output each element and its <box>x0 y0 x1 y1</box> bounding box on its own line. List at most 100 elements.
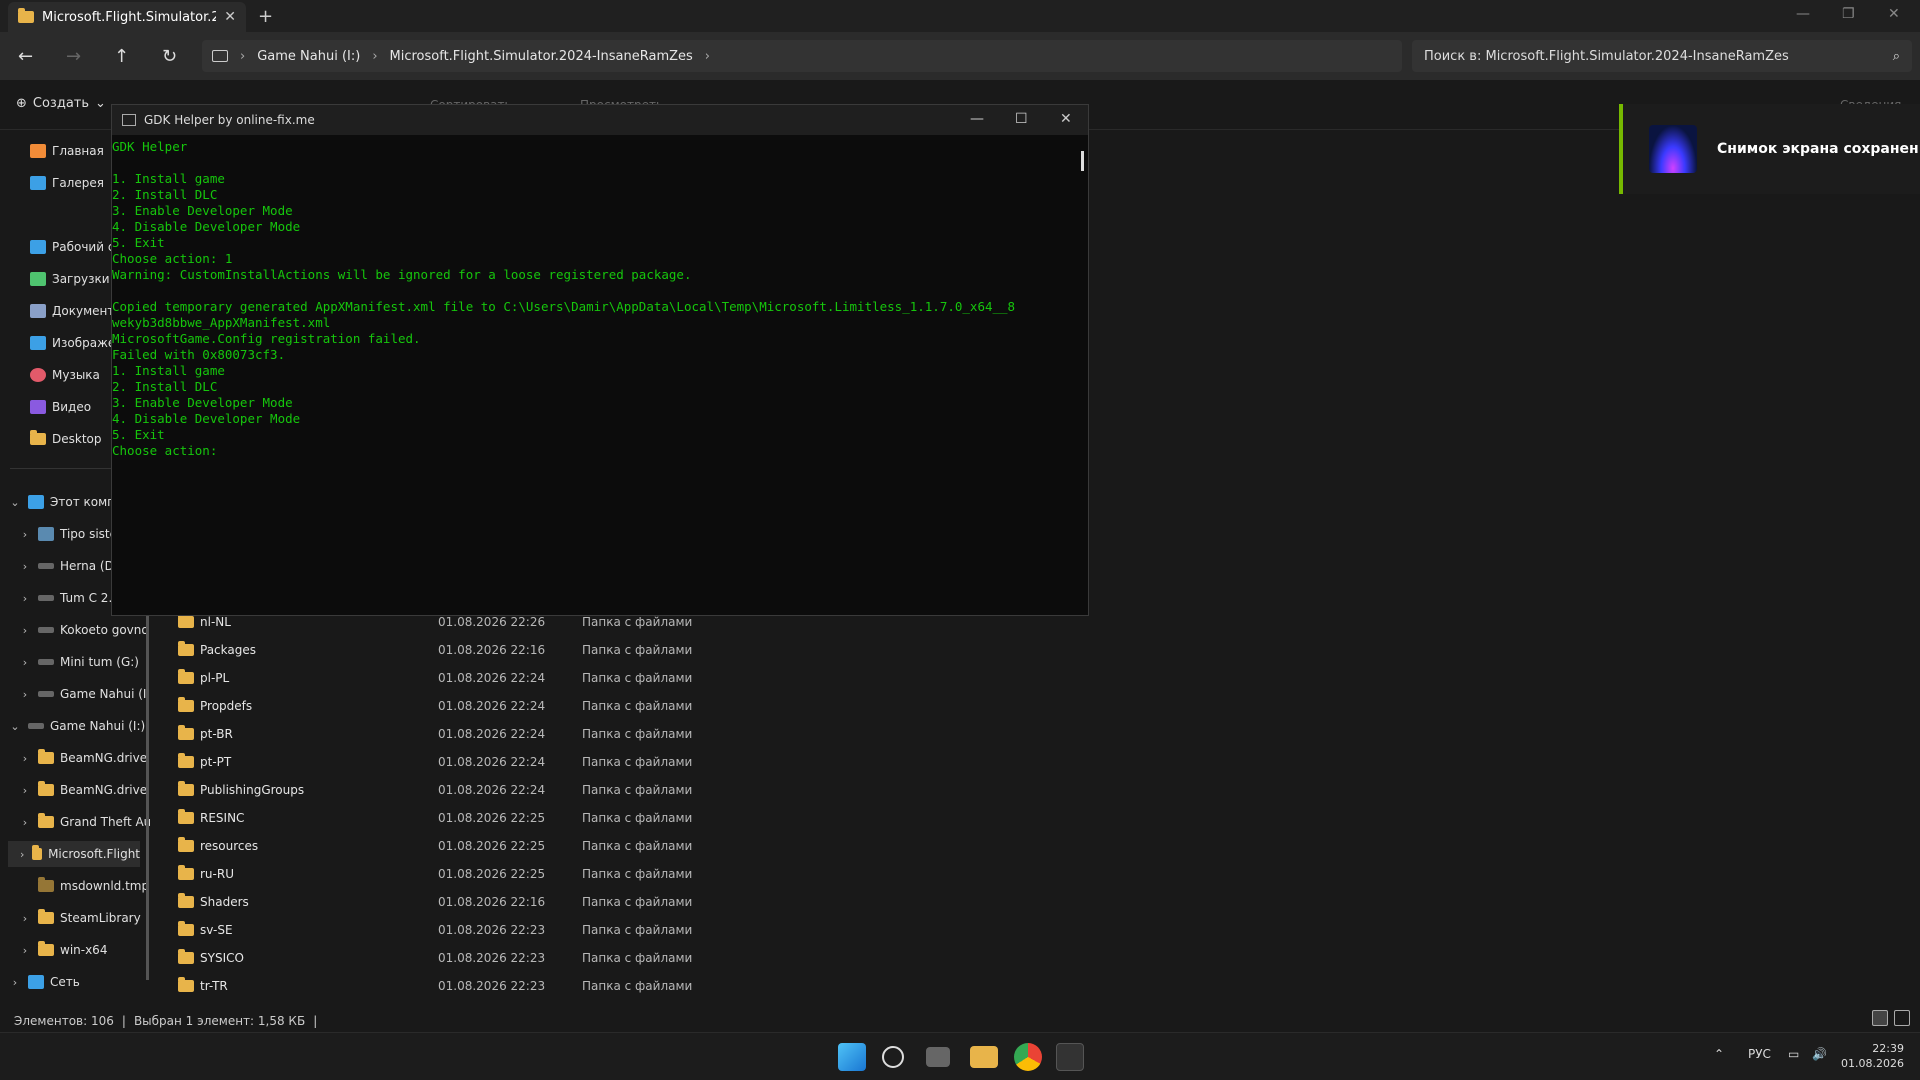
tree-item-folder[interactable]: msdownld.tmp <box>38 873 149 899</box>
console-maximize-button[interactable]: ☐ <box>1015 111 1028 127</box>
clock[interactable]: 22:39 01.08.2026 <box>1841 1041 1904 1071</box>
chevron-right-icon[interactable]: › <box>18 784 32 797</box>
network-icon <box>28 975 44 989</box>
chevron-right-icon[interactable]: › <box>18 688 32 701</box>
volume-icon[interactable]: 🔊 <box>1812 1047 1827 1061</box>
sidebar-scrollbar[interactable] <box>146 560 149 980</box>
console-line: GDK Helper <box>112 139 188 154</box>
list-item[interactable]: pt-PT 01.08.2026 22:24 Папка с файлами <box>168 748 1268 776</box>
list-item[interactable]: tr-TR 01.08.2026 22:23 Папка с файлами <box>168 972 1268 1000</box>
chevron-right-icon[interactable]: › <box>18 848 26 861</box>
new-tab-button[interactable]: + <box>258 6 273 27</box>
list-item[interactable]: RESINC 01.08.2026 22:25 Папка с файлами <box>168 804 1268 832</box>
file-name: Propdefs <box>200 699 253 713</box>
maximize-button[interactable]: ❐ <box>1842 6 1855 22</box>
chevron-down-icon[interactable]: ⌄ <box>8 720 22 733</box>
console-close-button[interactable]: ✕ <box>1060 111 1072 127</box>
list-item[interactable]: Shaders 01.08.2026 22:16 Папка с файлами <box>168 888 1268 916</box>
minimize-button[interactable]: — <box>1796 6 1810 22</box>
sidebar-item-gallery[interactable]: Галерея <box>30 170 104 196</box>
console-title-bar[interactable]: GDK Helper by online-fix.me <box>112 105 1088 135</box>
sidebar-item-desktop-folder[interactable]: Desktop <box>30 426 102 452</box>
task-view-icon[interactable] <box>926 1047 950 1067</box>
tree-item-folder[interactable]: › BeamNG.drive <box>18 745 147 771</box>
file-type: Папка с файлами <box>582 979 693 993</box>
chevron-right-icon[interactable]: › <box>18 912 32 925</box>
details-view-icon[interactable] <box>1872 1010 1888 1026</box>
console-window[interactable]: GDK Helper by online-fix.me — ☐ ✕ GDK He… <box>111 104 1089 616</box>
file-type: Папка с файлами <box>582 615 693 629</box>
list-item[interactable]: Packages 01.08.2026 22:16 Папка с файлами <box>168 636 1268 664</box>
chevron-right-icon[interactable]: › <box>18 656 32 669</box>
search-icon[interactable] <box>882 1046 904 1068</box>
console-minimize-button[interactable]: — <box>970 111 984 127</box>
list-item[interactable]: pl-PL 01.08.2026 22:24 Папка с файлами <box>168 664 1268 692</box>
list-item[interactable]: Propdefs 01.08.2026 22:24 Папка с файлами <box>168 692 1268 720</box>
console-line: 5. Exit <box>112 235 165 250</box>
tree-item-drive[interactable]: › Tum C 2. <box>18 585 112 611</box>
list-item[interactable]: ru-RU 01.08.2026 22:25 Папка с файлами <box>168 860 1268 888</box>
folder-icon <box>38 941 54 956</box>
tree-item-folder[interactable]: › SteamLibrary <box>18 905 141 931</box>
sidebar-item-documents[interactable]: Документы <box>30 298 124 324</box>
forward-button[interactable]: → <box>66 46 81 67</box>
chevron-up-icon[interactable]: ⌃ <box>1714 1047 1724 1061</box>
tree-item-folder[interactable]: › win-x64 <box>18 937 107 963</box>
sidebar-item-home[interactable]: Главная <box>30 138 104 164</box>
list-item[interactable]: resources 01.08.2026 22:25 Папка с файлами <box>168 832 1268 860</box>
close-window-button[interactable]: ✕ <box>1888 6 1900 22</box>
back-button[interactable]: ← <box>18 46 33 67</box>
tab-close-button[interactable]: ✕ <box>224 9 236 25</box>
tree-item-drive[interactable]: › Herna (D:) <box>18 553 123 579</box>
chevron-right-icon[interactable]: › <box>18 560 32 573</box>
breadcrumb-drive[interactable]: Game Nahui (I:) <box>257 49 360 64</box>
start-icon[interactable] <box>838 1043 866 1071</box>
tree-item-drive[interactable]: › Mini tum (G:) <box>18 649 139 675</box>
breadcrumb-folder[interactable]: Microsoft.Flight.Simulator.2024-InsaneRa… <box>390 49 693 64</box>
up-button[interactable]: ↑ <box>114 46 129 67</box>
folder-icon <box>178 921 194 936</box>
sidebar-item-label: Музыка <box>52 368 100 382</box>
chevron-right-icon[interactable]: › <box>8 976 22 989</box>
chevron-right-icon[interactable]: › <box>18 944 32 957</box>
console-scrollbar[interactable] <box>1081 151 1084 171</box>
list-item[interactable]: sv-SE 01.08.2026 22:23 Папка с файлами <box>168 916 1268 944</box>
chevron-right-icon[interactable]: › <box>18 592 32 605</box>
drive-icon <box>38 627 54 633</box>
tree-item-folder[interactable]: › BeamNG.drive <box>18 777 147 803</box>
sidebar-item-downloads[interactable]: Загрузки <box>30 266 110 292</box>
tree-item-network[interactable]: › Сеть <box>8 969 80 995</box>
chevron-right-icon[interactable]: › <box>18 528 32 541</box>
tab-explorer[interactable]: Microsoft.Flight.Simulator.202 ✕ <box>8 2 246 32</box>
console-icon <box>122 114 136 126</box>
sidebar-item-music[interactable]: Музыка <box>30 362 100 388</box>
file-explorer-icon[interactable] <box>970 1046 998 1068</box>
refresh-button[interactable]: ↻ <box>162 46 177 67</box>
tiles-view-icon[interactable] <box>1894 1010 1910 1026</box>
tree-item-drive[interactable]: › Kokoeto govno <box>18 617 149 643</box>
terminal-icon[interactable] <box>1056 1043 1084 1071</box>
list-item[interactable]: pt-BR 01.08.2026 22:24 Папка с файлами <box>168 720 1268 748</box>
language-indicator[interactable]: РУС <box>1748 1047 1771 1061</box>
address-bar[interactable]: › Game Nahui (I:) › Microsoft.Flight.Sim… <box>202 40 1402 72</box>
console-line: 4. Disable Developer Mode <box>112 411 301 426</box>
list-item[interactable]: SYSICO 01.08.2026 22:23 Папка с файлами <box>168 944 1268 972</box>
chevron-down-icon[interactable]: ⌄ <box>8 496 22 509</box>
sidebar-item-videos[interactable]: Видео <box>30 394 91 420</box>
search-input[interactable]: Поиск в: Microsoft.Flight.Simulator.2024… <box>1412 40 1912 72</box>
tree-item-drive[interactable]: › Game Nahui (I <box>18 681 147 707</box>
list-item[interactable]: PublishingGroups 01.08.2026 22:24 Папка с … <box>168 776 1268 804</box>
chevron-right-icon[interactable]: › <box>18 624 32 637</box>
chevron-right-icon[interactable]: › <box>705 49 710 64</box>
screenshot-notification[interactable]: Снимок экрана сохранен <box>1619 104 1920 194</box>
console-line: 5. Exit <box>112 427 165 442</box>
tree-item-game-drive[interactable]: ⌄ Game Nahui (I:) <box>8 713 145 739</box>
network-icon[interactable]: ▭ <box>1788 1047 1799 1061</box>
create-button[interactable]: ⊕ Создать ⌄ <box>16 96 106 111</box>
chrome-icon[interactable] <box>1014 1043 1042 1071</box>
tree-item-folder[interactable]: › Grand Theft Auto <box>18 809 150 835</box>
tree-item-folder-selected[interactable]: › Microsoft.Flight <box>8 841 140 867</box>
console-output[interactable]: GDK Helper 1. Install game 2. Install DL… <box>112 135 1077 615</box>
chevron-right-icon[interactable]: › <box>18 752 32 765</box>
chevron-right-icon[interactable]: › <box>18 816 32 829</box>
